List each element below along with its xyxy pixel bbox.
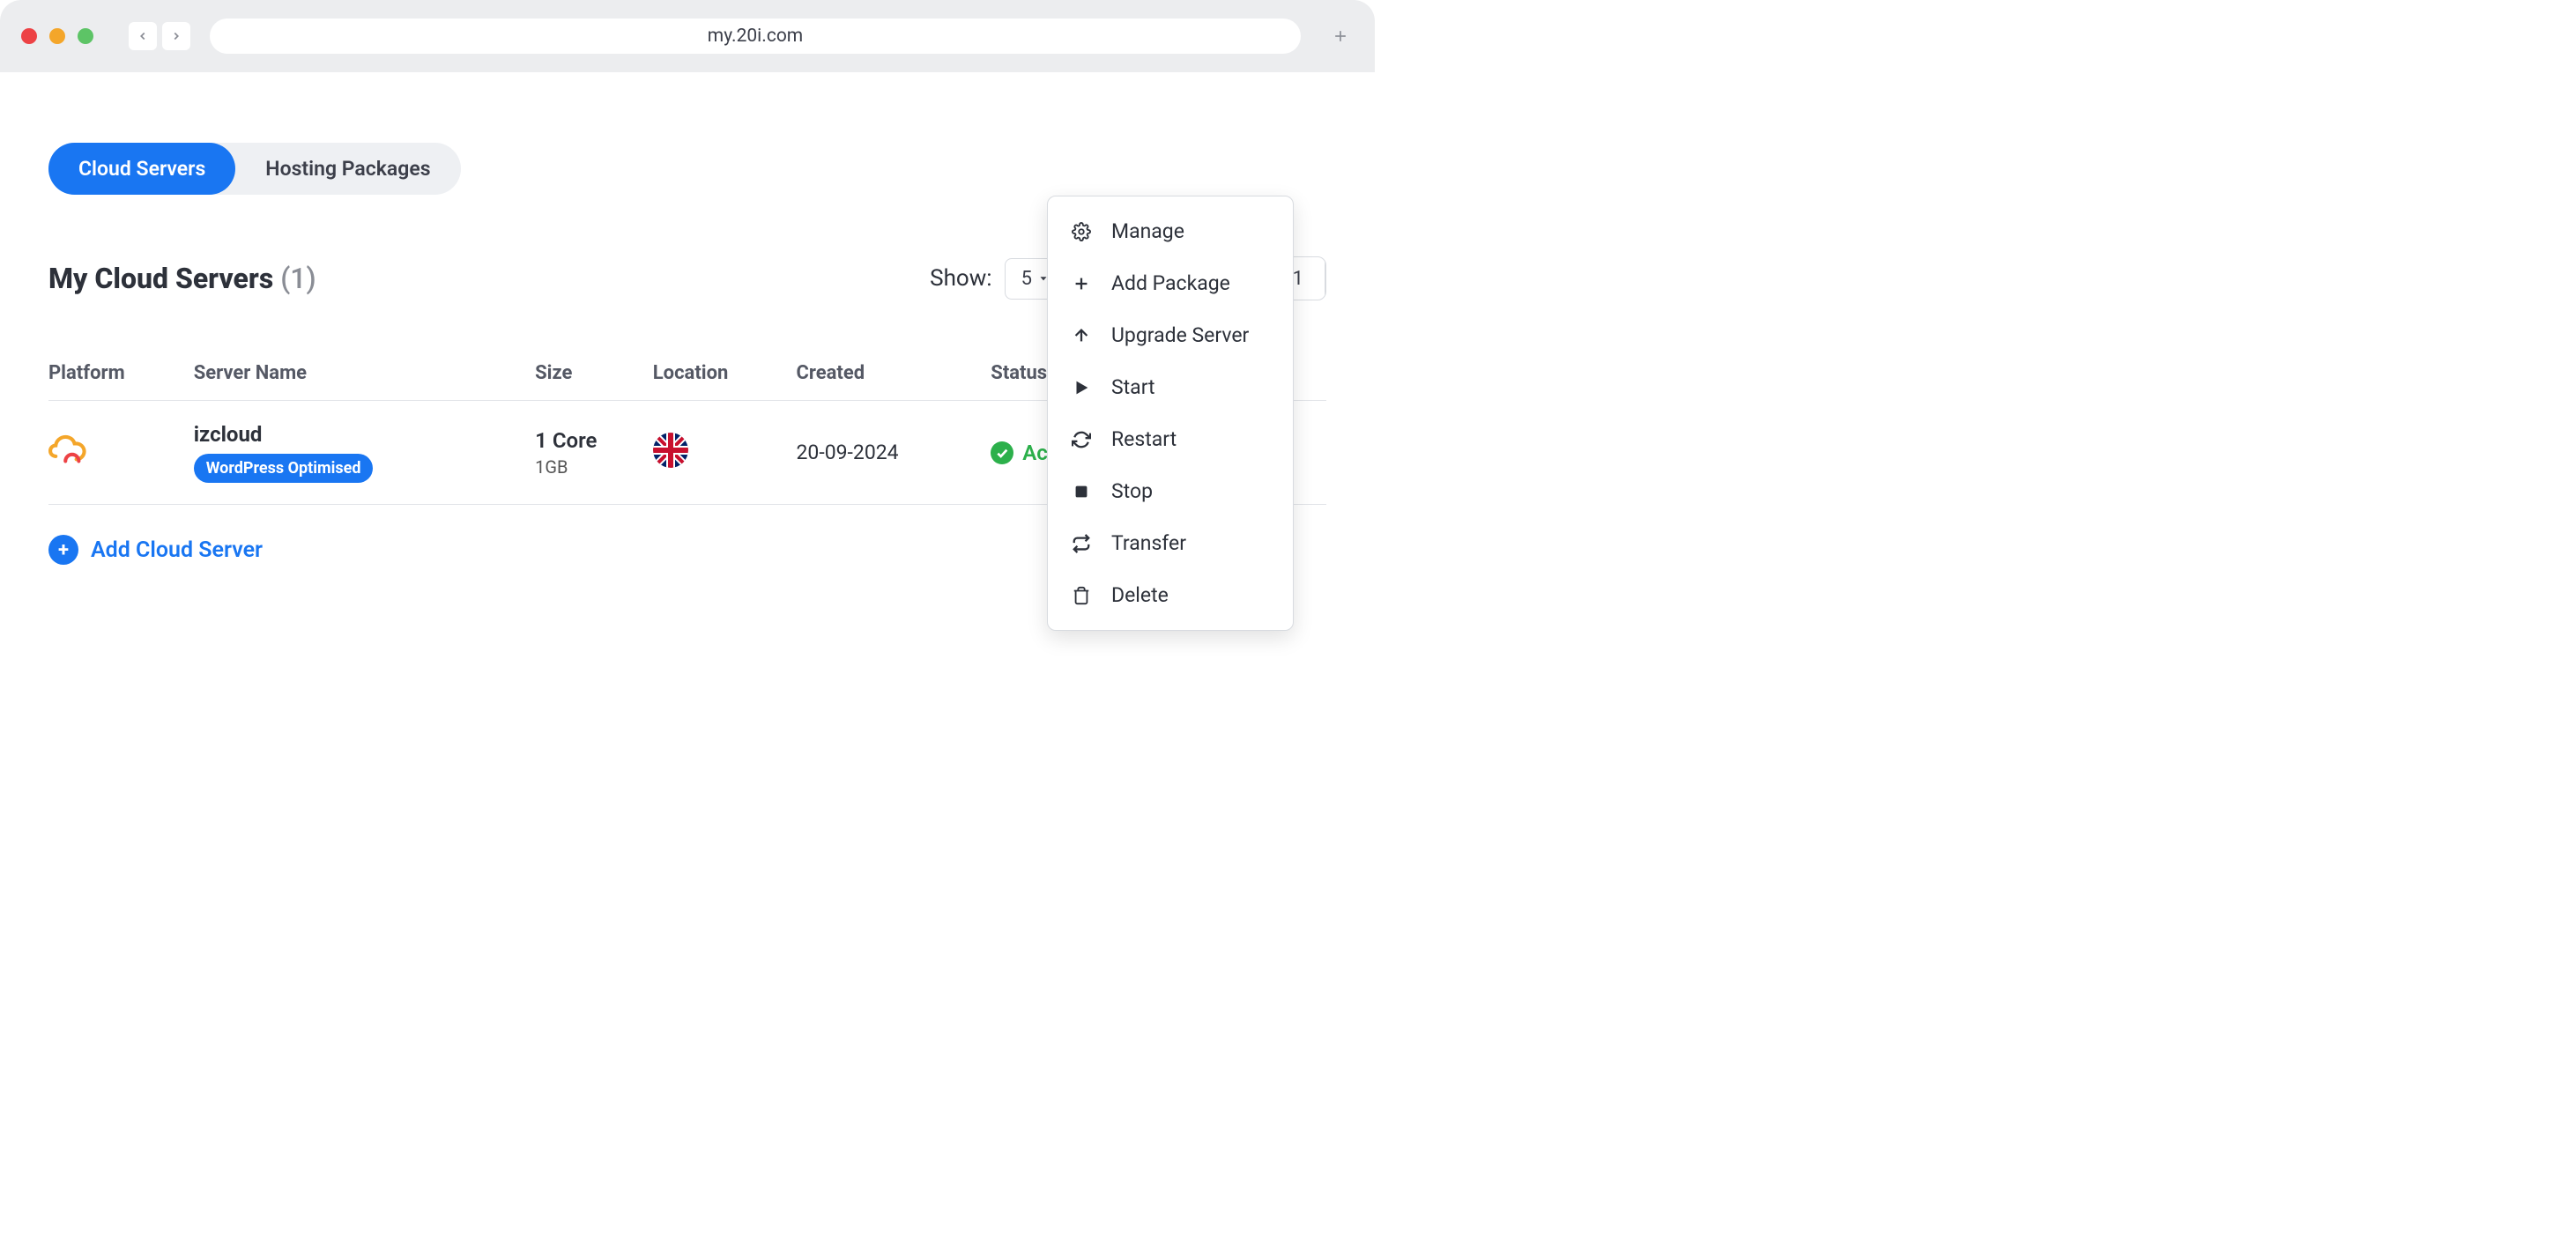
plus-circle-icon: + [48, 535, 78, 565]
size-cores: 1 Core [535, 428, 653, 453]
new-tab-button[interactable] [1327, 23, 1354, 49]
cell-platform [48, 401, 194, 505]
show-filter: Show: 5 [930, 258, 1066, 300]
play-icon [1071, 377, 1092, 398]
stop-icon [1071, 481, 1092, 502]
tab-label: Cloud Servers [78, 157, 205, 181]
platform-cloud-icon [48, 431, 87, 470]
tab-label: Hosting Packages [265, 157, 430, 181]
arrow-up-icon [1071, 325, 1092, 346]
menu-stop[interactable]: Stop [1048, 465, 1293, 517]
menu-transfer[interactable]: Transfer [1048, 517, 1293, 569]
page-content: Cloud Servers Hosting Packages My Cloud … [0, 72, 1375, 600]
menu-add-package[interactable]: Add Package [1048, 257, 1293, 309]
uk-flag-icon [653, 433, 688, 468]
col-created: Created [796, 362, 991, 401]
cell-location [653, 401, 797, 505]
show-value: 5 [1021, 268, 1032, 290]
transfer-icon [1071, 533, 1092, 554]
trash-icon [1071, 585, 1092, 606]
check-circle-icon [991, 441, 1013, 464]
col-server-name: Server Name [194, 362, 535, 401]
gear-icon [1071, 221, 1092, 242]
menu-manage[interactable]: Manage [1048, 205, 1293, 257]
refresh-icon [1071, 429, 1092, 450]
server-name: izcloud [194, 422, 535, 447]
app-window: my.20i.com Cloud Servers Hosting Package… [0, 0, 1375, 671]
page-title-text: My Cloud Servers [48, 262, 273, 295]
add-cloud-server-label: Add Cloud Server [91, 537, 263, 563]
cell-created: 20-09-2024 [796, 401, 991, 505]
menu-upgrade-server[interactable]: Upgrade Server [1048, 309, 1293, 361]
menu-label: Start [1111, 375, 1155, 399]
col-location: Location [653, 362, 797, 401]
back-button[interactable] [129, 22, 157, 50]
window-controls [21, 28, 93, 44]
menu-label: Add Package [1111, 271, 1230, 295]
menu-start[interactable]: Start [1048, 361, 1293, 413]
tabs-pill: Cloud Servers Hosting Packages [48, 143, 461, 195]
tab-cloud-servers[interactable]: Cloud Servers [48, 143, 235, 195]
tab-hosting-packages[interactable]: Hosting Packages [235, 143, 460, 195]
browser-titlebar: my.20i.com [0, 0, 1375, 72]
menu-label: Delete [1111, 583, 1169, 607]
menu-label: Upgrade Server [1111, 323, 1249, 347]
plus-icon [1071, 273, 1092, 294]
col-size: Size [535, 362, 653, 401]
close-window-button[interactable] [21, 28, 37, 44]
menu-label: Transfer [1111, 531, 1186, 555]
size-memory: 1GB [535, 456, 653, 478]
page-title-count: (1) [280, 262, 316, 295]
col-platform: Platform [48, 362, 194, 401]
page-title: My Cloud Servers (1) [48, 262, 316, 295]
context-menu: Manage Add Package Upgrade Server Start [1047, 196, 1294, 631]
forward-button[interactable] [162, 22, 190, 50]
show-label: Show: [930, 265, 991, 292]
cell-size: 1 Core 1GB [535, 401, 653, 505]
address-bar[interactable]: my.20i.com [210, 19, 1301, 54]
maximize-window-button[interactable] [78, 28, 93, 44]
nav-buttons [129, 22, 190, 50]
wordpress-optimised-badge: WordPress Optimised [194, 454, 374, 483]
menu-restart[interactable]: Restart [1048, 413, 1293, 465]
menu-label: Stop [1111, 479, 1153, 503]
menu-label: Restart [1111, 427, 1177, 451]
menu-delete[interactable]: Delete [1048, 569, 1293, 621]
menu-label: Manage [1111, 219, 1184, 243]
cell-server-name: izcloud WordPress Optimised [194, 401, 535, 505]
minimize-window-button[interactable] [49, 28, 65, 44]
url-text: my.20i.com [708, 26, 803, 47]
